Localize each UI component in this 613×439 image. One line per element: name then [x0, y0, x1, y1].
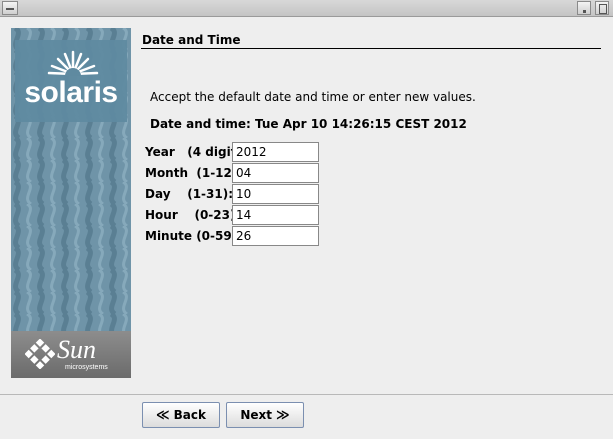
- page-title: Date and Time: [142, 33, 241, 47]
- year-field[interactable]: [232, 142, 319, 162]
- minute-label: Minute (0-59):: [145, 229, 242, 243]
- title-bar: [0, 0, 613, 17]
- maximize-button[interactable]: [595, 1, 609, 15]
- hour-label: Hour (0-23):: [145, 208, 241, 222]
- vendor-name: Sun: [57, 335, 96, 364]
- installer-window: solaris Sun microsystems Date and Time A…: [0, 0, 613, 439]
- solaris-sun-icon: [47, 50, 99, 76]
- minute-field[interactable]: [232, 226, 319, 246]
- day-field[interactable]: [232, 184, 319, 204]
- product-name: solaris: [24, 76, 118, 109]
- vendor-footer: Sun microsystems: [11, 331, 131, 378]
- current-datetime: Date and time: Tue Apr 10 14:26:15 CEST …: [150, 117, 467, 131]
- next-button-label: Next: [240, 408, 273, 422]
- sun-logo-icon: [25, 339, 55, 369]
- title-divider: [141, 48, 601, 49]
- next-button[interactable]: Next ≫: [226, 402, 304, 428]
- month-field[interactable]: [232, 163, 319, 183]
- instructions-text: Accept the default date and time or ente…: [150, 90, 476, 104]
- back-button-label: Back: [173, 408, 206, 422]
- minimize-button[interactable]: [577, 1, 591, 15]
- double-chevron-right-icon: ≫: [276, 407, 290, 423]
- footer-divider: [0, 394, 613, 395]
- vendor-subtitle: microsystems: [65, 364, 108, 371]
- month-label: Month (1-12):: [145, 166, 243, 180]
- day-label: Day (1-31):: [145, 187, 234, 201]
- window-menu-button[interactable]: [2, 1, 18, 15]
- hour-field[interactable]: [232, 205, 319, 225]
- back-button[interactable]: ≪ Back: [142, 402, 220, 428]
- brand-panel: solaris Sun microsystems: [11, 28, 131, 378]
- double-chevron-left-icon: ≪: [156, 407, 170, 423]
